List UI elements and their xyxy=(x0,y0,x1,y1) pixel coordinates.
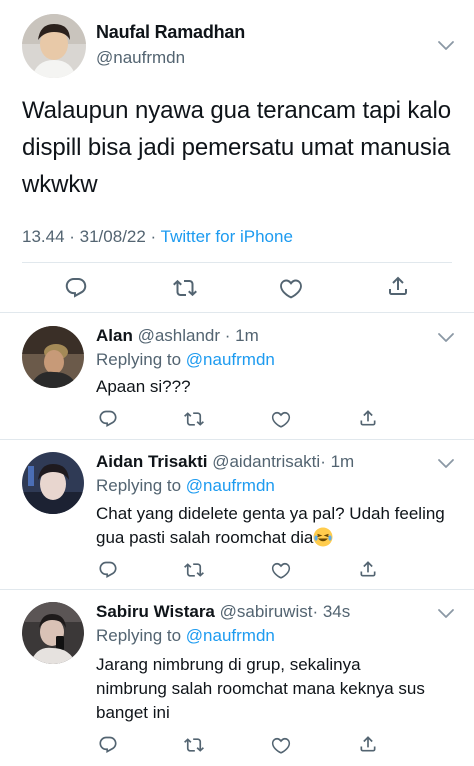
reply-button[interactable] xyxy=(64,276,88,300)
reply-text: Apaan si??? xyxy=(96,377,191,396)
replying-to: Replying to @naufrmdn xyxy=(96,476,275,496)
tweet-text: Walaupun nyawa gua terancam tapi kalo di… xyxy=(22,97,452,198)
share-button[interactable] xyxy=(358,734,378,754)
retweet-button[interactable] xyxy=(184,735,204,755)
reply-handle[interactable]: @aidantrisakti xyxy=(212,452,320,471)
share-icon xyxy=(358,408,378,428)
reply-author: Alan @ashlandr · 1m xyxy=(96,326,259,346)
like-icon xyxy=(271,560,291,580)
author-handle[interactable]: @naufrmdn xyxy=(96,48,185,68)
share-button[interactable] xyxy=(386,274,410,298)
replying-to-link[interactable]: @naufrmdn xyxy=(186,626,275,645)
tweet-source[interactable]: Twitter for iPhone xyxy=(161,227,293,246)
like-button[interactable] xyxy=(279,276,303,300)
share-icon xyxy=(358,559,378,579)
like-button[interactable] xyxy=(271,735,291,755)
retweet-icon xyxy=(184,560,204,580)
share-button[interactable] xyxy=(358,559,378,579)
divider xyxy=(0,312,474,313)
replying-to: Replying to @naufrmdn xyxy=(96,626,275,646)
reply-icon xyxy=(64,276,88,300)
like-button[interactable] xyxy=(271,409,291,429)
replying-to-label: Replying to xyxy=(96,626,186,645)
reply-author: Sabiru Wistara @sabiruwist· 34s xyxy=(96,602,350,622)
retweet-button[interactable] xyxy=(184,560,204,580)
retweet-button[interactable] xyxy=(173,276,197,300)
reply-text: Jarang nimbrung di grup, sekalinya nimbr… xyxy=(96,655,425,722)
replying-to-link[interactable]: @naufrmdn xyxy=(186,350,275,369)
avatar[interactable] xyxy=(22,452,84,514)
tweet-meta: 13.44 · 31/08/22 · Twitter for iPhone xyxy=(22,227,293,247)
author-avatar[interactable] xyxy=(22,14,86,78)
avatar[interactable] xyxy=(22,602,84,664)
like-icon xyxy=(271,409,291,429)
reply-time: · 1m xyxy=(320,452,355,471)
reply-time: · 34s xyxy=(312,602,351,621)
replying-to-label: Replying to xyxy=(96,476,186,495)
retweet-icon xyxy=(184,409,204,429)
laughing-emoji xyxy=(313,527,333,547)
replying-to-link[interactable]: @naufrmdn xyxy=(186,476,275,495)
tweet-timestamp: 13.44 · 31/08/22 · xyxy=(22,227,161,246)
reply-name[interactable]: Alan xyxy=(96,326,133,345)
reply-time: · 1m xyxy=(224,326,259,345)
main-tweet: Naufal Ramadhan @naufrmdn Walaupun nyawa… xyxy=(0,0,474,314)
reply-icon xyxy=(98,409,118,429)
share-icon xyxy=(358,734,378,754)
reply-tweet[interactable]: Alan @ashlandr · 1m Replying to @naufrmd… xyxy=(0,314,474,440)
like-icon xyxy=(271,735,291,755)
reply-icon xyxy=(98,560,118,580)
retweet-icon xyxy=(184,735,204,755)
retweet-button[interactable] xyxy=(184,409,204,429)
reply-text: Chat yang didelete genta ya pal? Udah fe… xyxy=(96,502,456,550)
reply-button[interactable] xyxy=(98,735,118,755)
divider xyxy=(22,262,452,263)
replying-to: Replying to @naufrmdn xyxy=(96,350,275,370)
reply-tweet[interactable]: Aidan Trisakti @aidantrisakti· 1m Replyi… xyxy=(0,440,474,590)
like-button[interactable] xyxy=(271,560,291,580)
reply-button[interactable] xyxy=(98,560,118,580)
reply-name[interactable]: Sabiru Wistara xyxy=(96,602,215,621)
share-button[interactable] xyxy=(358,408,378,428)
chevron-down-icon[interactable] xyxy=(437,458,455,470)
reply-name[interactable]: Aidan Trisakti xyxy=(96,452,207,471)
reply-icon xyxy=(98,735,118,755)
like-icon xyxy=(279,276,303,300)
author-name[interactable]: Naufal Ramadhan xyxy=(96,22,245,43)
share-icon xyxy=(386,274,410,298)
chevron-down-icon[interactable] xyxy=(437,608,455,620)
chevron-down-icon[interactable] xyxy=(437,332,455,344)
retweet-icon xyxy=(173,276,197,300)
reply-tweet[interactable]: Sabiru Wistara @sabiruwist· 34s Replying… xyxy=(0,590,474,766)
reply-handle[interactable]: @ashlandr xyxy=(138,326,220,345)
reply-button[interactable] xyxy=(98,409,118,429)
replying-to-label: Replying to xyxy=(96,350,186,369)
reply-handle[interactable]: @sabiruwist xyxy=(220,602,313,621)
avatar[interactable] xyxy=(22,326,84,388)
reply-author: Aidan Trisakti @aidantrisakti· 1m xyxy=(96,452,354,472)
reply-text-content: Chat yang didelete genta ya pal? Udah fe… xyxy=(96,504,445,547)
chevron-down-icon[interactable] xyxy=(437,40,455,52)
